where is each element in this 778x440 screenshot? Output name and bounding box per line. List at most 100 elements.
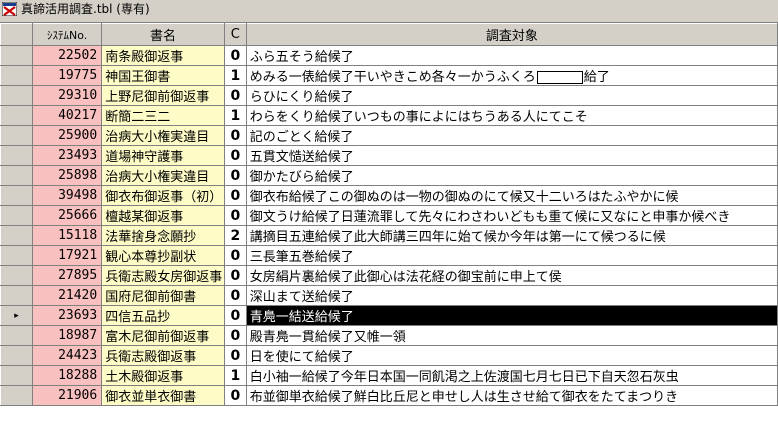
book-name-cell[interactable]: 御衣布御返事（初） (101, 185, 225, 206)
system-no-cell[interactable]: 23693 (31, 305, 103, 326)
book-name-cell[interactable]: 兵衛志殿女房御返事 (101, 265, 225, 286)
survey-target-cell[interactable]: 御文うけ給候了日蓮流罪して先々にわさわいどもも重て候に又なにと申事か候べき (245, 205, 778, 226)
system-no-cell[interactable]: 18987 (31, 325, 103, 346)
system-no-cell[interactable]: 27895 (31, 265, 103, 286)
c-value-cell[interactable]: 1 (223, 105, 247, 126)
book-name-cell[interactable]: 観心本尊抄副状 (101, 245, 225, 266)
row-selector[interactable] (0, 165, 33, 186)
book-name-cell[interactable]: 治病大小権実違目 (101, 165, 225, 186)
c-value-cell[interactable]: 0 (223, 325, 247, 346)
row-selector[interactable] (0, 85, 33, 106)
c-value-cell[interactable]: 0 (223, 305, 247, 326)
survey-target-cell[interactable]: 御かたびら給候了 (245, 165, 778, 186)
system-no-cell[interactable]: 22502 (31, 45, 103, 66)
table-row[interactable]: 21906 御衣並単衣御書 0 布並御単衣給候了鮮白比丘尼と申せし人は生させ給て御衣を… (0, 385, 778, 406)
c-value-cell[interactable]: 0 (223, 145, 247, 166)
table-row[interactable]: 15118 法華捨身念願抄 2 講摘目五連給候了此大師講三四年に始て候か今年は第一にて… (0, 225, 778, 246)
system-no-cell[interactable]: 25898 (31, 165, 103, 186)
row-selector[interactable] (0, 245, 33, 266)
c-value-cell[interactable]: 0 (223, 45, 247, 66)
table-row[interactable]: 24423 兵衛志殿御返事 0 日を使にて給候了 (0, 345, 778, 366)
table-row[interactable]: 18987 富木尼御前御返事 0 殿青鳧一貫給候了又帷一領 (0, 325, 778, 346)
system-no-cell[interactable]: 18288 (31, 365, 103, 386)
survey-target-cell[interactable]: 女房絹片裏給候了此御心は法花経の御宝前に申上て侯 (245, 265, 778, 286)
table-row[interactable]: ▸ 23693 四信五品抄 0 青鳧一結送給候了 (0, 305, 778, 326)
datasheet-grid[interactable]: ｼｽﾃﾑNo. 書名 C 調査対象 22502 南条殿御返事 0 ふら五そう給候了 19… (0, 22, 778, 440)
system-no-cell[interactable]: 40217 (31, 105, 103, 126)
table-row[interactable]: 40217 断簡二三二 1 わらをくり給候了いつもの事によにはちうある人にてこそ (0, 105, 778, 126)
system-no-cell[interactable]: 25666 (31, 205, 103, 226)
book-name-cell[interactable]: 富木尼御前御返事 (101, 325, 225, 346)
table-row[interactable]: 25900 治病大小権実違目 0 記のごとく給候了 (0, 125, 778, 146)
c-value-cell[interactable]: 0 (223, 165, 247, 186)
row-selector[interactable] (0, 105, 33, 126)
book-name-cell[interactable]: 治病大小権実違目 (101, 125, 225, 146)
survey-target-cell[interactable]: 日を使にて給候了 (245, 345, 778, 366)
survey-target-cell[interactable]: 五貫文慥送給候了 (245, 145, 778, 166)
row-selector[interactable] (0, 65, 33, 86)
row-selector[interactable] (0, 345, 33, 366)
table-row[interactable]: 25666 檀越某御返事 0 御文うけ給候了日蓮流罪して先々にわさわいどもも重て候に又… (0, 205, 778, 226)
column-header-name[interactable]: 書名 (101, 23, 225, 46)
system-no-cell[interactable]: 17921 (31, 245, 103, 266)
survey-target-cell[interactable]: 青鳧一結送給候了 (245, 305, 778, 326)
book-name-cell[interactable]: 檀越某御返事 (101, 205, 225, 226)
table-row[interactable]: 21420 国府尼御前御書 0 深山まて送給候了 (0, 285, 778, 306)
survey-target-cell[interactable]: ふら五そう給候了 (245, 45, 778, 66)
table-row[interactable]: 25898 治病大小権実違目 0 御かたびら給候了 (0, 165, 778, 186)
survey-target-cell[interactable]: 深山まて送給候了 (245, 285, 778, 306)
survey-target-cell[interactable]: らひにくり給候了 (245, 85, 778, 106)
system-no-cell[interactable]: 19775 (31, 65, 103, 86)
c-value-cell[interactable]: 0 (223, 265, 247, 286)
table-row[interactable]: 39498 御衣布御返事（初） 0 御衣布給候了この御ぬのは一物の御ぬのにて候又十二い… (0, 185, 778, 206)
survey-target-cell[interactable]: 記のごとく給候了 (245, 125, 778, 146)
book-name-cell[interactable]: 兵衛志殿御返事 (101, 345, 225, 366)
c-value-cell[interactable]: 0 (223, 385, 247, 406)
book-name-cell[interactable]: 御衣並単衣御書 (101, 385, 225, 406)
row-selector[interactable] (0, 45, 33, 66)
c-value-cell[interactable]: 0 (223, 345, 247, 366)
c-value-cell[interactable]: 1 (223, 65, 247, 86)
book-name-cell[interactable]: 国府尼御前御書 (101, 285, 225, 306)
column-header-c[interactable]: C (223, 23, 247, 46)
c-value-cell[interactable]: 0 (223, 285, 247, 306)
system-no-cell[interactable]: 23493 (31, 145, 103, 166)
title-bar[interactable]: 真諦活用調査.tbl (専有) (0, 0, 778, 19)
survey-target-cell[interactable]: わらをくり給候了いつもの事によにはちうある人にてこそ (245, 105, 778, 126)
system-no-cell[interactable]: 15118 (31, 225, 103, 246)
book-name-cell[interactable]: 神国王御書 (101, 65, 225, 86)
row-selector[interactable] (0, 365, 33, 386)
column-header-id[interactable]: ｼｽﾃﾑNo. (31, 23, 103, 46)
survey-target-cell[interactable]: 殿青鳧一貫給候了又帷一領 (245, 325, 778, 346)
survey-target-cell[interactable]: 白小袖一給候了今年日本国一同飢渇之上佐渡国七月七日已下自天忽石灰虫 (245, 365, 778, 386)
c-value-cell[interactable]: 2 (223, 225, 247, 246)
row-selector-header[interactable] (0, 23, 33, 46)
row-selector[interactable] (0, 265, 33, 286)
c-value-cell[interactable]: 0 (223, 185, 247, 206)
book-name-cell[interactable]: 道場神守護事 (101, 145, 225, 166)
survey-target-cell[interactable]: 講摘目五連給候了此大師講三四年に始て候か今年は第一にて候つるに候 (245, 225, 778, 246)
system-no-cell[interactable]: 21906 (31, 385, 103, 406)
table-row[interactable]: 22502 南条殿御返事 0 ふら五そう給候了 (0, 45, 778, 66)
system-no-cell[interactable]: 29310 (31, 85, 103, 106)
row-selector[interactable] (0, 285, 33, 306)
system-no-cell[interactable]: 24423 (31, 345, 103, 366)
row-selector[interactable] (0, 325, 33, 346)
survey-target-cell[interactable]: めみる一俵給候了干いやきこめ各々一かうふくろ 給了 (245, 65, 778, 86)
c-value-cell[interactable]: 0 (223, 245, 247, 266)
table-row[interactable]: 19775 神国王御書 1 めみる一俵給候了干いやきこめ各々一かうふくろ 給了 (0, 65, 778, 86)
book-name-cell[interactable]: 南条殿御返事 (101, 45, 225, 66)
table-row[interactable]: 17921 観心本尊抄副状 0 三長筆五巻給候了 (0, 245, 778, 266)
book-name-cell[interactable]: 断簡二三二 (101, 105, 225, 126)
c-value-cell[interactable]: 0 (223, 205, 247, 226)
book-name-cell[interactable]: 上野尼御前御返事 (101, 85, 225, 106)
row-selector[interactable] (0, 185, 33, 206)
c-value-cell[interactable]: 0 (223, 125, 247, 146)
survey-target-cell[interactable]: 布並御単衣給候了鮮白比丘尼と申せし人は生させ給て御衣をたてまつりき (245, 385, 778, 406)
table-row[interactable]: 18288 土木殿御返事 1 白小袖一給候了今年日本国一同飢渇之上佐渡国七月七日已下自… (0, 365, 778, 386)
book-name-cell[interactable]: 四信五品抄 (101, 305, 225, 326)
survey-target-cell[interactable]: 三長筆五巻給候了 (245, 245, 778, 266)
table-row[interactable]: 27895 兵衛志殿女房御返事 0 女房絹片裏給候了此御心は法花経の御宝前に申上て侯 (0, 265, 778, 286)
column-header-text[interactable]: 調査対象 (245, 23, 778, 46)
row-selector[interactable] (0, 225, 33, 246)
